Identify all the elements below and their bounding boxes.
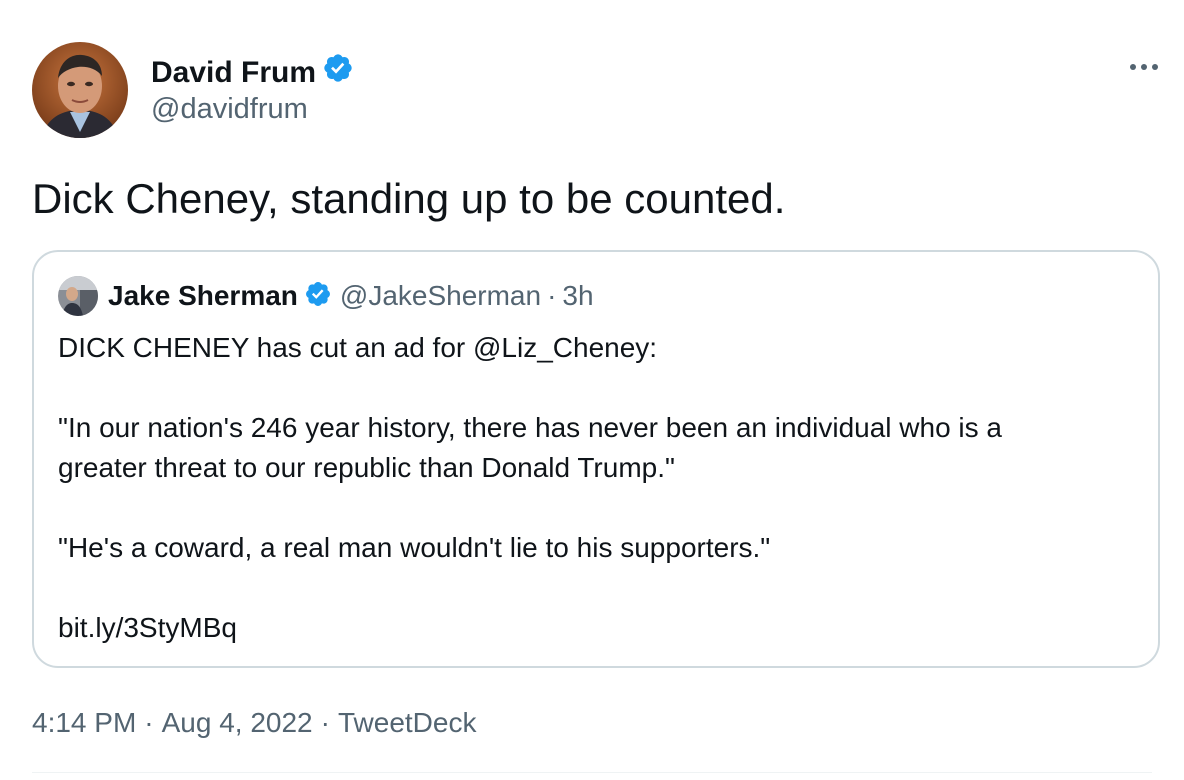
- quoted-tweet-header: Jake Sherman @JakeSherman · 3h: [58, 276, 594, 316]
- more-options-button[interactable]: [1124, 52, 1164, 82]
- author-avatar-image: [32, 42, 128, 138]
- author-handle[interactable]: @davidfrum: [151, 91, 308, 127]
- author-display-name[interactable]: David Frum: [151, 55, 316, 91]
- author-display-name-row[interactable]: David Frum: [151, 52, 354, 93]
- quoted-tweet-line: "In our nation's 246 year history, there…: [58, 412, 1003, 443]
- quoted-author-display-name[interactable]: Jake Sherman: [108, 280, 298, 312]
- quoted-tweet-card[interactable]: Jake Sherman @JakeSherman · 3h DICK CHEN…: [32, 250, 1160, 668]
- quoted-tweet-link[interactable]: bit.ly/3StyMBq: [58, 608, 237, 648]
- divider: [32, 772, 1152, 773]
- quoted-tweet-line: greater threat to our republic than Dona…: [58, 452, 675, 483]
- tweet-text: Dick Cheney, standing up to be counted.: [32, 175, 786, 222]
- tweet-time[interactable]: 4:14 PM: [32, 707, 136, 738]
- verified-badge-icon: [304, 280, 332, 313]
- quoted-tweet-line: DICK CHENEY has cut an ad for @Liz_Chene…: [58, 332, 658, 363]
- quoted-tweet-time[interactable]: 3h: [562, 280, 593, 312]
- quoted-author-avatar-image: [58, 276, 98, 316]
- separator-dot: ·: [547, 280, 557, 311]
- tweet-source[interactable]: TweetDeck: [338, 707, 477, 738]
- more-horizontal-icon: [1130, 64, 1158, 70]
- separator-dot: ·: [144, 707, 154, 738]
- quoted-author-handle[interactable]: @JakeSherman: [340, 280, 541, 312]
- quoted-author-avatar[interactable]: [58, 276, 98, 316]
- quoted-tweet-line: "He's a coward, a real man wouldn't lie …: [58, 532, 771, 563]
- tweet-meta: 4:14 PM · Aug 4, 2022 · TweetDeck: [32, 703, 476, 743]
- separator-dot: ·: [320, 707, 330, 738]
- tweet-date[interactable]: Aug 4, 2022: [162, 707, 313, 738]
- verified-badge-icon: [322, 52, 354, 93]
- author-avatar[interactable]: [32, 42, 128, 138]
